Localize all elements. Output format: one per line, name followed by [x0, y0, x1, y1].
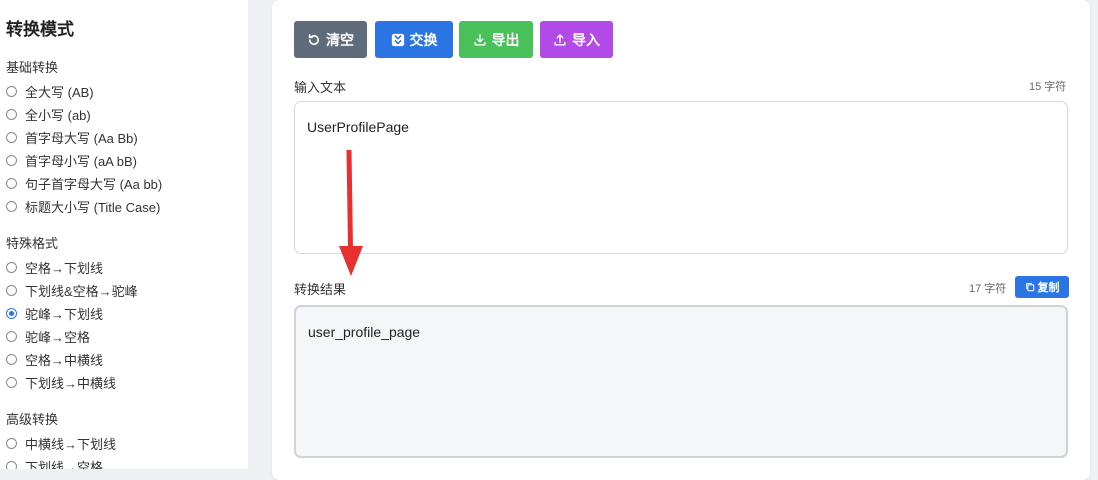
radio-button[interactable]	[6, 376, 17, 388]
annotation-arrow-icon	[339, 150, 363, 276]
clear-button[interactable]: 清空	[294, 21, 367, 58]
radio-button[interactable]	[6, 353, 17, 365]
input-label: 输入文本	[294, 80, 347, 95]
option-title-case[interactable]: 标题大小写 (Title Case)	[6, 197, 160, 215]
option-hyphen-to-underscore[interactable]: 中横线→下划线	[6, 434, 116, 452]
group-title-advanced: 高级转换	[6, 412, 59, 427]
radio-button[interactable]	[6, 284, 17, 296]
output-label: 转换结果	[294, 282, 347, 297]
option-underscore-to-hyphen[interactable]: 下划线→中横线	[6, 373, 116, 391]
sidebar: 转换模式 基础转换 全大写 (AB) 全小写 (ab) 首字母大写 (Aa Bb…	[0, 0, 248, 469]
option-space-to-hyphen[interactable]: 空格→中横线	[6, 350, 103, 368]
radio-button[interactable]	[6, 200, 17, 212]
radio-button[interactable]	[6, 85, 17, 97]
output-textarea: user_profile_page	[294, 305, 1068, 458]
radio-button[interactable]	[6, 460, 17, 469]
radio-button[interactable]	[6, 131, 17, 143]
radio-button[interactable]	[6, 330, 17, 342]
input-textarea[interactable]: UserProfilePage	[294, 101, 1068, 254]
swap-icon	[391, 33, 404, 46]
radio-button[interactable]	[6, 437, 17, 449]
option-lowercase-first[interactable]: 首字母小写 (aA bB)	[6, 151, 137, 169]
option-underscore-space-to-camel[interactable]: 下划线&空格→驼峰	[6, 281, 138, 299]
refresh-icon	[308, 33, 319, 45]
group-title-basic: 基础转换	[6, 60, 59, 75]
option-sentence-case[interactable]: 句子首字母大写 (Aa bb)	[6, 174, 162, 192]
export-button[interactable]: 导出	[459, 21, 533, 58]
download-icon	[473, 33, 486, 46]
output-char-count: 17 字符	[969, 283, 1007, 295]
radio-button[interactable]	[6, 108, 17, 120]
copy-icon	[1025, 283, 1034, 292]
swap-button[interactable]: 交换	[375, 21, 453, 58]
radio-button[interactable]	[6, 177, 17, 189]
sidebar-title: 转换模式	[6, 20, 74, 39]
option-camel-to-space[interactable]: 驼峰→空格	[6, 327, 90, 345]
group-title-special: 特殊格式	[6, 236, 59, 251]
option-space-to-underscore[interactable]: 空格→下划线	[6, 258, 103, 276]
option-underscore-to-space[interactable]: 下划线→空格	[6, 457, 103, 469]
option-capitalize-words[interactable]: 首字母大写 (Aa Bb)	[6, 128, 138, 146]
radio-button[interactable]	[6, 154, 17, 166]
option-camel-to-underscore[interactable]: 驼峰→下划线	[6, 304, 103, 322]
copy-button[interactable]: 复制	[1015, 276, 1069, 298]
input-char-count: 15 字符	[1029, 81, 1067, 93]
import-button[interactable]: 导入	[540, 21, 613, 58]
main-panel: 清空 交换 导出 导入 输入文本 15 字符 UserProfilePage 转…	[272, 0, 1090, 480]
radio-button[interactable]	[6, 261, 17, 273]
option-uppercase[interactable]: 全大写 (AB)	[6, 82, 94, 100]
option-lowercase[interactable]: 全小写 (ab)	[6, 105, 91, 123]
radio-button-selected[interactable]	[6, 307, 17, 319]
upload-icon	[554, 33, 566, 46]
